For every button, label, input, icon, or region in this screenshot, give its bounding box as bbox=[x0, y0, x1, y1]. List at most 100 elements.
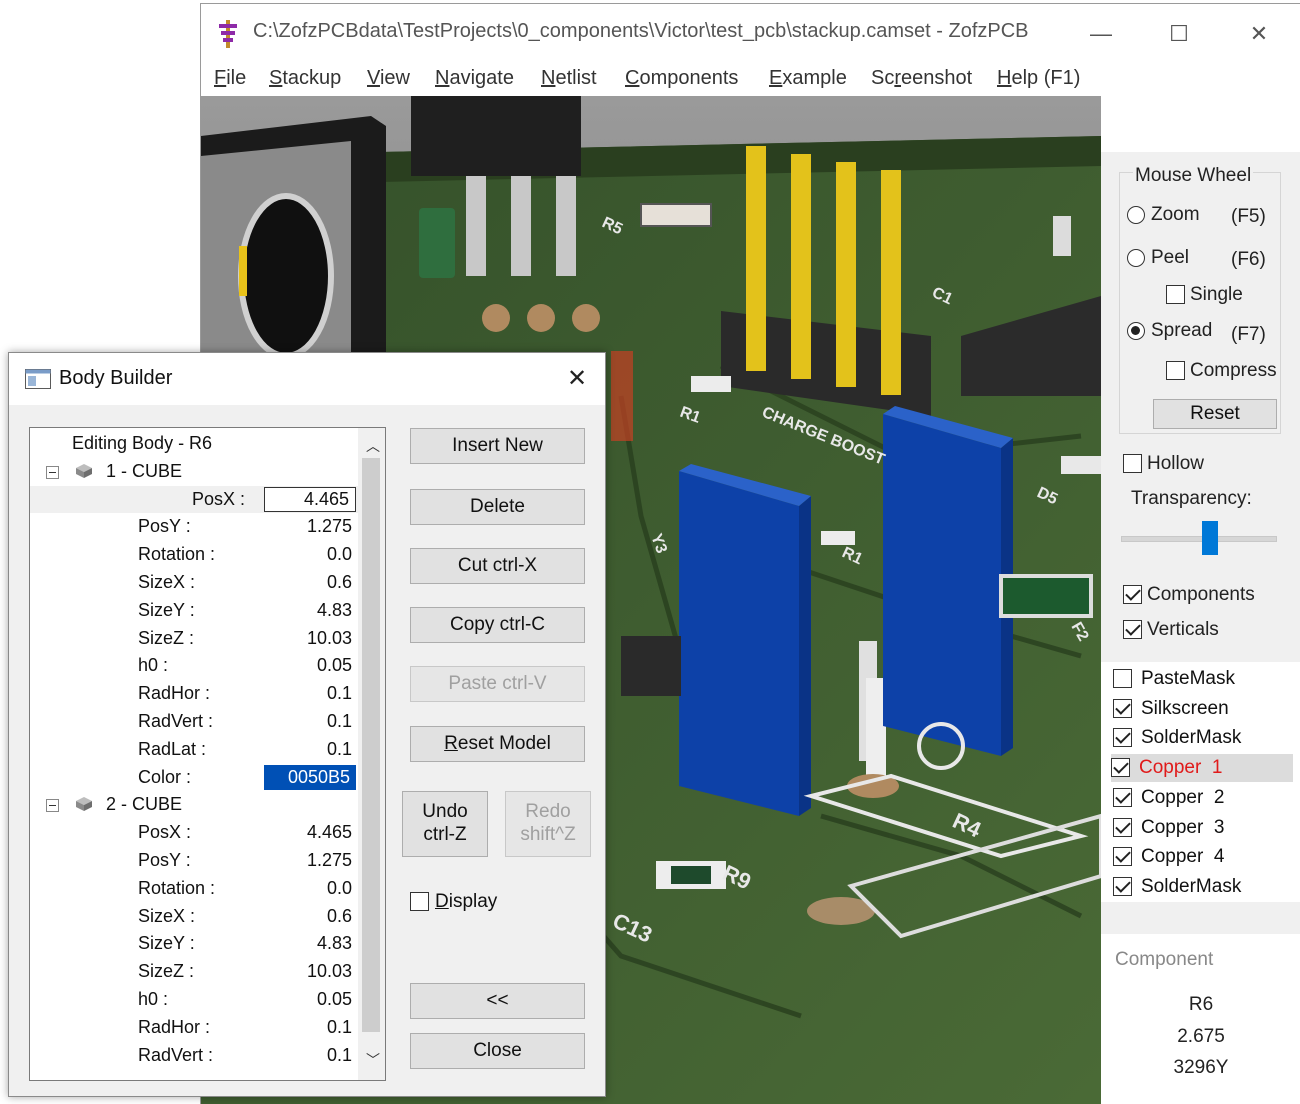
property-row[interactable]: RadHor : 0.1 bbox=[30, 1014, 360, 1041]
collapse-toggle-icon[interactable] bbox=[46, 465, 59, 479]
property-row[interactable]: RadVert : 0.1 bbox=[30, 1042, 360, 1069]
menu-item[interactable]: Navigate bbox=[435, 67, 514, 90]
menu-item[interactable]: View bbox=[367, 67, 410, 90]
property-value[interactable]: 4.83 bbox=[317, 600, 352, 621]
property-row[interactable]: PosX : 4.465 bbox=[30, 819, 360, 846]
scroll-thumb[interactable] bbox=[362, 458, 380, 1032]
copy-button[interactable]: Copy ctrl-C bbox=[410, 607, 585, 643]
property-row[interactable]: RadVert : 0.1 bbox=[30, 708, 360, 735]
property-row[interactable]: SizeX : 0.6 bbox=[30, 569, 360, 596]
property-row[interactable]: PosY : 1.275 bbox=[30, 513, 360, 540]
title-bar[interactable]: C:\ZofzPCBdata\TestProjects\0_components… bbox=[201, 4, 1300, 60]
property-row[interactable]: Rotation : 0.0 bbox=[30, 541, 360, 568]
menu-item[interactable]: Example bbox=[769, 67, 847, 90]
property-value[interactable]: 0.1 bbox=[327, 1017, 352, 1038]
property-value[interactable]: 0.0 bbox=[327, 878, 352, 899]
minimize-button[interactable]: — bbox=[1076, 14, 1126, 54]
layer-row[interactable]: Silkscreen bbox=[1113, 695, 1293, 723]
insert-new-button[interactable]: Insert New bbox=[410, 428, 585, 464]
delete-button[interactable]: Delete bbox=[410, 489, 585, 525]
body-node[interactable]: 1 - CUBE bbox=[30, 458, 360, 485]
property-row[interactable]: SizeX : 0.6 bbox=[30, 903, 360, 930]
reset-button[interactable]: Reset bbox=[1153, 399, 1277, 429]
property-value[interactable]: 0.1 bbox=[327, 739, 352, 760]
layer-checkbox[interactable] bbox=[1111, 758, 1130, 778]
property-row[interactable]: PosY : 1.275 bbox=[30, 847, 360, 874]
undo-button[interactable]: Undo ctrl-Z bbox=[402, 791, 488, 857]
property-row[interactable]: SizeY : 4.83 bbox=[30, 930, 360, 957]
body-node[interactable]: 2 - CUBE bbox=[30, 791, 360, 818]
property-row[interactable]: Color : 0050B5 bbox=[30, 764, 360, 791]
layer-checkbox[interactable] bbox=[1113, 876, 1132, 896]
collapse-toggle-icon[interactable] bbox=[46, 799, 59, 813]
menu-item[interactable]: Netlist bbox=[541, 67, 597, 90]
paste-button[interactable]: Paste ctrl-V bbox=[410, 666, 585, 702]
property-row[interactable]: SizeY : 4.83 bbox=[30, 597, 360, 624]
property-row[interactable]: PosX : 4.465 bbox=[30, 485, 360, 513]
hollow-checkbox[interactable] bbox=[1123, 454, 1142, 473]
property-row[interactable]: h0 : 0.05 bbox=[30, 986, 360, 1013]
property-value[interactable]: 1.275 bbox=[307, 516, 352, 537]
zoom-radio[interactable] bbox=[1127, 206, 1145, 224]
menu-item[interactable]: File bbox=[214, 67, 246, 90]
property-value[interactable]: 4.83 bbox=[317, 933, 352, 954]
property-row[interactable]: RadHor : 0.1 bbox=[30, 680, 360, 707]
property-value[interactable]: 1.275 bbox=[307, 850, 352, 871]
redo-button[interactable]: Redo shift^Z bbox=[505, 791, 591, 857]
dialog-title-bar[interactable]: Body Builder ✕ bbox=[9, 353, 605, 405]
property-row[interactable]: Rotation : 0.0 bbox=[30, 875, 360, 902]
single-checkbox[interactable] bbox=[1166, 285, 1185, 304]
compress-checkbox[interactable] bbox=[1166, 361, 1185, 380]
maximize-button[interactable]: ☐ bbox=[1154, 14, 1204, 54]
transparency-slider-thumb[interactable] bbox=[1202, 521, 1219, 555]
tree-scrollbar[interactable]: ︿ ﹀ bbox=[358, 428, 385, 1080]
layer-row[interactable]: Copper 4 bbox=[1113, 843, 1293, 871]
posx-edit-field[interactable]: 4.465 bbox=[264, 486, 356, 512]
scroll-down-icon[interactable]: ﹀ bbox=[366, 1050, 380, 1070]
layer-checkbox[interactable] bbox=[1113, 847, 1132, 867]
property-value[interactable]: 0.05 bbox=[317, 655, 352, 676]
layer-row[interactable]: Copper 3 bbox=[1113, 814, 1293, 842]
components-checkbox[interactable] bbox=[1123, 585, 1142, 604]
property-value[interactable]: 0.1 bbox=[327, 711, 352, 732]
close-button[interactable]: ✕ bbox=[1234, 14, 1284, 54]
layer-row[interactable]: PasteMask bbox=[1113, 665, 1293, 693]
property-value[interactable]: 10.03 bbox=[307, 961, 352, 982]
color-value-field[interactable]: 0050B5 bbox=[264, 764, 356, 790]
layer-row[interactable]: Copper 1 bbox=[1111, 754, 1293, 783]
reset-model-button[interactable]: Reset Model bbox=[410, 726, 585, 762]
layer-row[interactable]: SolderMask bbox=[1113, 724, 1293, 752]
dialog-close-icon[interactable]: ✕ bbox=[557, 363, 597, 395]
layer-checkbox[interactable] bbox=[1113, 787, 1132, 807]
body-property-tree[interactable]: Editing Body - R6 1 - CUBE PosX :4.465 PosY… bbox=[29, 427, 386, 1081]
property-value[interactable]: 0.6 bbox=[327, 572, 352, 593]
property-value[interactable]: 0.05 bbox=[317, 989, 352, 1010]
layer-checkbox[interactable] bbox=[1113, 817, 1132, 837]
property-row[interactable]: SizeZ : 10.03 bbox=[30, 958, 360, 985]
cut-button[interactable]: Cut ctrl-X bbox=[410, 548, 585, 584]
property-row[interactable]: RadLat : 0.1 bbox=[30, 736, 360, 763]
layer-checkbox[interactable] bbox=[1113, 698, 1132, 718]
verticals-checkbox[interactable] bbox=[1123, 620, 1142, 639]
display-checkbox[interactable] bbox=[410, 892, 429, 911]
collapse-button[interactable]: << bbox=[410, 983, 585, 1019]
menu-item[interactable]: Screenshot bbox=[871, 67, 972, 90]
property-value[interactable]: 0.1 bbox=[327, 683, 352, 704]
scroll-up-icon[interactable]: ︿ bbox=[366, 436, 380, 456]
property-value[interactable]: 10.03 bbox=[307, 628, 352, 649]
property-value[interactable]: 0.6 bbox=[327, 906, 352, 927]
property-row[interactable]: SizeZ : 10.03 bbox=[30, 625, 360, 652]
layer-row[interactable]: Copper 2 bbox=[1113, 784, 1293, 812]
layer-row[interactable]: SolderMask bbox=[1113, 873, 1293, 901]
spread-radio[interactable] bbox=[1127, 322, 1145, 340]
property-value[interactable]: 4.465 bbox=[307, 822, 352, 843]
property-value[interactable]: 0.0 bbox=[327, 544, 352, 565]
menu-item[interactable]: Stackup bbox=[269, 67, 341, 90]
layer-checkbox[interactable] bbox=[1113, 669, 1132, 688]
menu-item[interactable]: Help (F1) bbox=[997, 67, 1080, 90]
property-value[interactable]: 0.1 bbox=[327, 1045, 352, 1066]
property-row[interactable]: h0 : 0.05 bbox=[30, 652, 360, 679]
dialog-close-button[interactable]: Close bbox=[410, 1033, 585, 1069]
menu-item[interactable]: Components bbox=[625, 67, 738, 90]
layer-checkbox[interactable] bbox=[1113, 728, 1132, 748]
